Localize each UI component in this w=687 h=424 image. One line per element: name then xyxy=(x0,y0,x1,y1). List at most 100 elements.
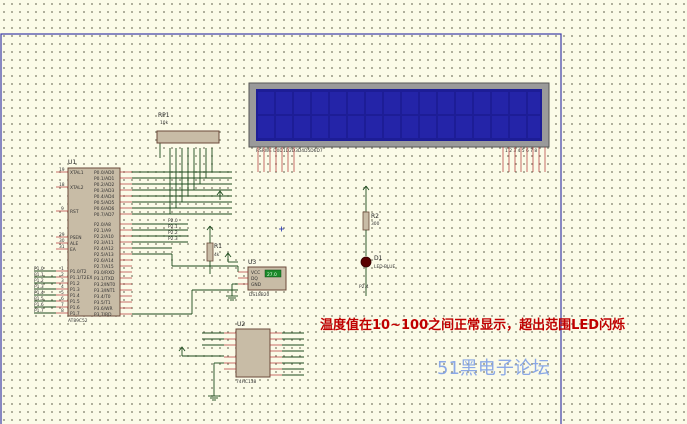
pin-label: PSEN xyxy=(70,235,82,241)
pin-label: P2.1/A9 xyxy=(94,228,111,234)
pin-label: P0.5/AD5 xyxy=(94,200,114,206)
pin-label: P3.6/WR xyxy=(94,306,113,312)
rp1-body xyxy=(156,130,220,144)
r2-body xyxy=(362,211,370,231)
pin-label: P2.6/A14 xyxy=(94,258,114,264)
pin-number: 6 xyxy=(61,296,64,302)
led-d1[interactable]: D1 LED-BLUE P2.4 xyxy=(359,255,395,296)
pin-label: ALE xyxy=(70,241,78,247)
mcu-u1[interactable]: U1 AT89C52 19 18 9 29 30 31 1 2 3 4 5 6 … xyxy=(56,159,132,324)
pin-number: 3 xyxy=(61,278,64,284)
u3-ref: U3 xyxy=(248,259,256,266)
watermark-text: 51黑电子论坛 xyxy=(437,358,550,379)
d1-part: LED-BLUE xyxy=(374,264,395,270)
net-label: P2.2 xyxy=(168,230,178,236)
resistor-r2[interactable]: R2 300 xyxy=(362,185,380,256)
pin-number: 18 xyxy=(59,182,65,188)
r1-body xyxy=(206,242,214,262)
pin-label: P0.4/AD4 xyxy=(94,194,114,200)
resistor-pack-rp1[interactable]: RP1 10k xyxy=(156,112,220,144)
r2-value: 300 xyxy=(371,221,380,227)
pin-number: 29 xyxy=(59,232,65,238)
net-label: P1.7 xyxy=(34,308,44,314)
pin-label: RST xyxy=(70,209,79,215)
pin-number: 19 xyxy=(59,167,65,173)
resistor-r1[interactable]: R1 4k xyxy=(171,225,239,274)
pin-number: 30 xyxy=(59,238,65,244)
net-label: P1.3 xyxy=(34,284,44,290)
pin-label: P2.3/A11 xyxy=(94,240,114,246)
pin-label: P1.4 xyxy=(70,293,80,299)
u3-pin: DQ xyxy=(251,276,258,282)
mcu-right-pins xyxy=(120,171,132,315)
net-label: P1.4 xyxy=(34,290,44,296)
pin-label: P1.6 xyxy=(70,305,80,311)
pin-label: P0.7/AD7 xyxy=(94,212,114,218)
pin-label: P1.3 xyxy=(70,287,80,293)
pin-label: P0.0/AD0 xyxy=(94,170,114,176)
pin-label: P3.3/INT1 xyxy=(94,288,115,294)
pin-number: 7 xyxy=(61,302,64,308)
pin-label: P1.5 xyxy=(70,299,80,305)
pin-label: EA xyxy=(70,247,76,253)
pin-number: 31 xyxy=(59,244,65,250)
pin-label: P2.5/A13 xyxy=(94,252,114,258)
pin-number: 4 xyxy=(61,284,64,290)
net-label: P1.5 xyxy=(34,296,44,302)
pin-label: P0.1/AD1 xyxy=(94,176,114,182)
pin-label: P1.7 xyxy=(70,311,80,317)
pin-label: P3.2/INT0 xyxy=(94,282,115,288)
pin-label: P0.2/AD2 xyxy=(94,182,114,188)
pin-number: 5 xyxy=(61,290,64,296)
p1-net-stubs: P1.0 P1.1 P1.2 P1.3 P1.4 P1.5 P1.6 P1.7 xyxy=(34,266,56,314)
pin-label: P0.6/AD6 xyxy=(94,206,114,212)
pin-label: P3.1/TXD xyxy=(94,276,115,282)
pin-label: P3.0/RXD xyxy=(94,270,115,276)
pin-label: P2.0/A8 xyxy=(94,222,111,228)
pin-number: 9 xyxy=(61,206,64,212)
cursor-cross-icon xyxy=(279,226,284,232)
r2-ref: R2 xyxy=(371,213,379,220)
pin-number: 1 xyxy=(61,266,64,272)
rp1-value: 10k xyxy=(160,120,169,126)
d1-net: P2.4 xyxy=(359,284,369,290)
net-label: P2.3 xyxy=(168,236,178,242)
pin-number: 2 xyxy=(61,272,64,278)
net-label: P2.0 xyxy=(168,218,178,224)
lcd-1602[interactable]: RSRWE D0D1D2D3D4D5D6D7 1 2 3 4 5 6 7 8 xyxy=(248,82,550,172)
mcu-left-pin-numbers: 19 18 9 29 30 31 1 2 3 4 5 6 7 8 xyxy=(59,167,65,314)
annotation-text: 温度值在10~100之间正常显示，超出范围LED闪烁 xyxy=(320,318,626,333)
u3-pin: VCC xyxy=(251,270,260,276)
pin-label: P2.2/A10 xyxy=(94,234,114,240)
u3-temp-value: 27.0 xyxy=(267,272,277,278)
pin-label: P2.4/A12 xyxy=(94,246,114,252)
pin-label: P3.4/T0 xyxy=(94,294,111,300)
pin-label: P1.2 xyxy=(70,281,80,287)
lcd-pin-labels-left: RSRWE D0D1D2D3D4D5D6D7 xyxy=(256,148,323,154)
decoder-u2[interactable]: U2 74HC138 xyxy=(132,289,304,401)
pin-label: XTAL1 xyxy=(70,170,84,176)
r1-ref: R1 xyxy=(214,243,222,250)
net-label: P1.1 xyxy=(34,272,44,278)
pin-label: XTAL2 xyxy=(70,185,84,191)
u3-pin: GND xyxy=(251,282,262,288)
p2-net-stubs: P2.0 P2.1 P2.2 P2.3 xyxy=(132,218,188,255)
pin-label: P1.1/T2EX xyxy=(70,275,92,281)
u2-ref: U2 xyxy=(237,321,245,328)
mcu-part: AT89C52 xyxy=(68,318,88,324)
pin-label: P1.0/T2 xyxy=(70,269,87,275)
pin-number: 8 xyxy=(61,308,64,314)
pin-label: P0.3/AD3 xyxy=(94,188,114,194)
net-label: P1.0 xyxy=(34,266,44,272)
led-body xyxy=(360,256,372,268)
pin-label: P3.5/T1 xyxy=(94,300,111,306)
net-label: P1.2 xyxy=(34,278,44,284)
u2-part: 74HC138 xyxy=(236,379,257,385)
temp-sensor-u3[interactable]: U3 VCC DQ GND 27.0 DS18B20 xyxy=(224,252,287,301)
pin-label: P2.7/A15 xyxy=(94,264,114,270)
r1-value: 4k xyxy=(214,252,220,258)
d1-ref: D1 xyxy=(374,255,383,262)
schematic-canvas[interactable]: U1 AT89C52 19 18 9 29 30 31 1 2 3 4 5 6 … xyxy=(0,0,687,424)
p0-bus xyxy=(132,140,232,215)
net-label: P2.1 xyxy=(168,224,178,230)
